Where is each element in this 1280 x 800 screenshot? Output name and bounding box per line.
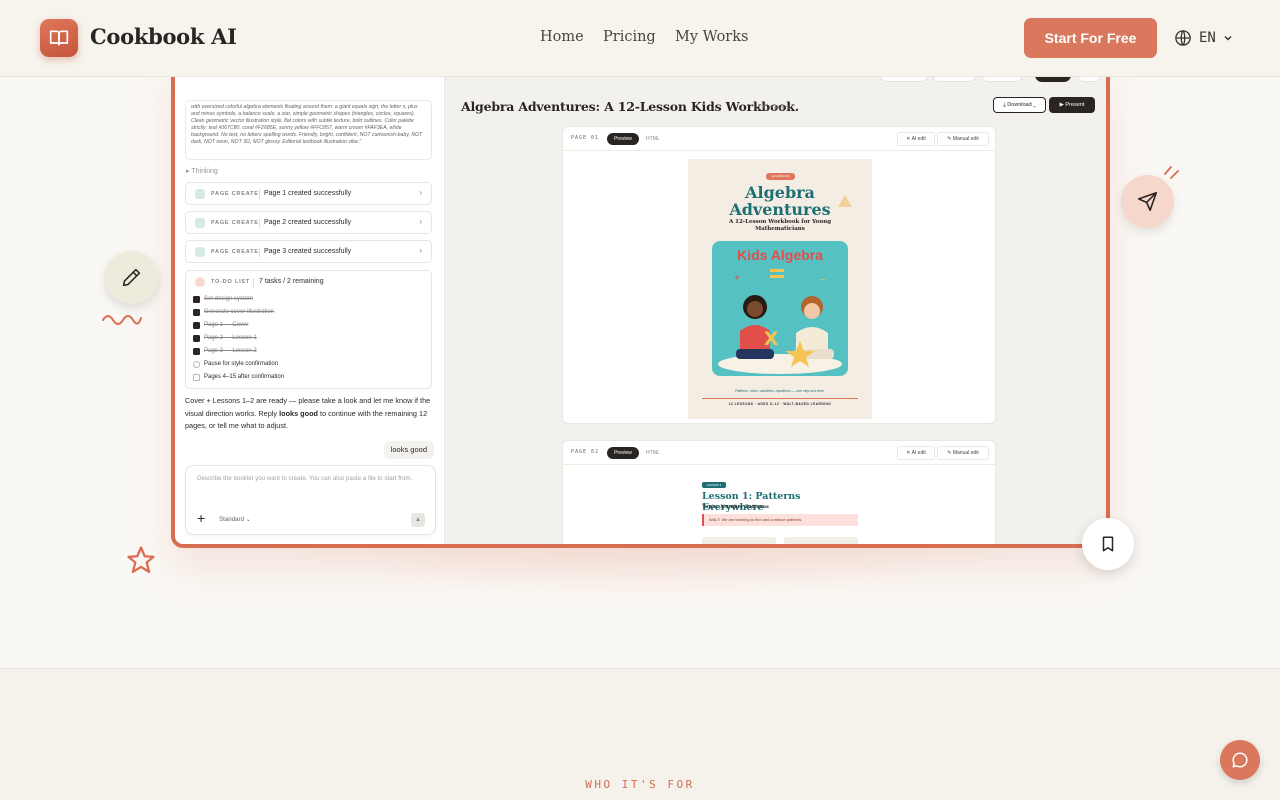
top-nav: Cookbook AI Home Pricing My Works Start … bbox=[0, 0, 1280, 77]
chevron-right-icon: › bbox=[419, 217, 422, 226]
pencil-badge bbox=[105, 251, 158, 304]
ai-edit-button[interactable]: ✕ AI edit bbox=[897, 132, 935, 146]
todo-item[interactable]: Page 1 — Cover bbox=[193, 320, 248, 330]
in-progress-icon bbox=[193, 360, 200, 368]
document-icon bbox=[195, 247, 205, 257]
bookmark-icon bbox=[1102, 536, 1114, 552]
chevron-right-icon: › bbox=[419, 188, 422, 197]
checked-checkbox-icon bbox=[193, 295, 200, 303]
chevron-down-icon bbox=[1224, 35, 1232, 41]
checked-checkbox-icon bbox=[193, 334, 200, 342]
chevron-right-icon: › bbox=[419, 246, 422, 255]
thinking-toggle[interactable]: ▸ Thinking bbox=[186, 167, 218, 175]
app-preview-frame: with oversized colorful algebra elements… bbox=[171, 60, 1110, 548]
checked-checkbox-icon bbox=[193, 347, 200, 355]
squiggle-decoration bbox=[102, 315, 142, 325]
page-create-card-3[interactable]: PAGE CREATE Page 3 created successfully … bbox=[185, 240, 432, 263]
cover-page-preview: 12 LESSONS Algebra Adventures A 12-Lesso… bbox=[688, 159, 872, 419]
chat-input-placeholder[interactable]: Describe the booklet you want to create.… bbox=[197, 474, 427, 484]
page-create-card-2[interactable]: PAGE CREATE Page 2 created successfully … bbox=[185, 211, 432, 234]
section-eyebrow: WHO IT'S FOR bbox=[585, 778, 695, 791]
chat-support-button[interactable] bbox=[1220, 740, 1260, 780]
workbook-title: Algebra Adventures: A 12-Lesson Kids Wor… bbox=[461, 99, 799, 114]
todo-item[interactable]: Page 3 — Lesson 2 bbox=[193, 346, 257, 356]
star-icon bbox=[127, 546, 155, 573]
triangle-decoration bbox=[838, 195, 852, 207]
chat-input-box[interactable]: Describe the booklet you want to create.… bbox=[185, 465, 436, 535]
pencil-icon bbox=[122, 268, 141, 287]
chat-panel: with oversized colorful algebra elements… bbox=[175, 60, 445, 544]
spark-lines-decoration bbox=[1164, 166, 1179, 179]
clipboard-icon bbox=[195, 277, 205, 287]
kids-illustration: x + − bbox=[718, 269, 842, 374]
assistant-reply: Cover + Lessons 1–2 are ready — please t… bbox=[185, 396, 431, 430]
send-button[interactable]: ▲ bbox=[411, 513, 425, 527]
download-button[interactable]: ⤓ Download ⌄ bbox=[993, 97, 1046, 113]
todo-list-card: TO-DO LIST 7 tasks / 2 remaining Set des… bbox=[185, 270, 432, 389]
document-icon bbox=[195, 218, 205, 228]
preview-tab[interactable]: Preview bbox=[607, 447, 639, 459]
prompt-message: with oversized colorful algebra elements… bbox=[185, 100, 432, 160]
manual-edit-button[interactable]: ✎ Manual edit bbox=[937, 446, 989, 460]
svg-text:x: x bbox=[764, 321, 779, 351]
svg-text:+: + bbox=[734, 273, 740, 284]
page-card-1: PAGE 01 Preview HTML ✕ AI edit ✎ Manual … bbox=[562, 126, 996, 424]
page-create-card-1[interactable]: PAGE CREATE Page 1 created successfully … bbox=[185, 182, 432, 205]
plus-icon[interactable]: + bbox=[197, 511, 205, 525]
page-count: 17 PAGES bbox=[758, 105, 791, 111]
preview-tab[interactable]: Preview bbox=[607, 133, 639, 145]
logo[interactable] bbox=[40, 19, 78, 57]
nav-link-home[interactable]: Home bbox=[540, 29, 584, 45]
todo-item[interactable]: Generate cover illustration bbox=[193, 307, 274, 317]
page-card-2: PAGE 02 Preview HTML ✕ AI edit ✎ Manual … bbox=[562, 440, 996, 544]
present-button[interactable]: ▶ Present bbox=[1049, 97, 1095, 113]
svg-text:−: − bbox=[820, 275, 826, 286]
todo-item[interactable]: Page 2 — Lesson 1 bbox=[193, 333, 257, 343]
language-label: EN bbox=[1199, 30, 1216, 46]
html-tab[interactable]: HTML bbox=[643, 447, 663, 459]
book-icon bbox=[49, 30, 69, 46]
unchecked-checkbox-icon bbox=[193, 373, 200, 381]
cover-illustration: Kids Algebra x + − bbox=[712, 241, 848, 376]
canvas-panel: Algebra Adventures: A 12-Lesson Kids Wor… bbox=[446, 82, 1106, 544]
language-selector[interactable]: EN bbox=[1174, 28, 1233, 48]
start-for-free-button[interactable]: Start For Free bbox=[1024, 18, 1157, 58]
chat-icon bbox=[1232, 752, 1248, 768]
paper-plane-badge bbox=[1121, 175, 1174, 228]
nav-link-pricing[interactable]: Pricing bbox=[603, 29, 656, 45]
globe-icon bbox=[1175, 30, 1191, 46]
todo-item[interactable]: Set design system bbox=[193, 294, 253, 304]
todo-item[interactable]: Pages 4–15 after confirmation bbox=[193, 372, 284, 382]
bookmark-badge[interactable] bbox=[1082, 518, 1134, 570]
ai-edit-button[interactable]: ✕ AI edit bbox=[897, 446, 935, 460]
document-icon bbox=[195, 189, 205, 199]
user-message: looks good bbox=[383, 441, 434, 459]
checked-checkbox-icon bbox=[193, 308, 200, 316]
todo-item[interactable]: Pause for style confirmation bbox=[193, 359, 278, 369]
manual-edit-button[interactable]: ✎ Manual edit bbox=[937, 132, 989, 146]
brand-name[interactable]: Cookbook AI bbox=[90, 24, 237, 49]
paper-plane-icon bbox=[1137, 191, 1158, 212]
checked-checkbox-icon bbox=[193, 321, 200, 329]
nav-link-my-works[interactable]: My Works bbox=[675, 29, 748, 45]
html-tab[interactable]: HTML bbox=[643, 133, 663, 145]
lesson-page-preview: LESSON 1 Lesson 1: Patterns Everywhere T… bbox=[700, 479, 860, 544]
mode-selector[interactable]: Standard ⌄ bbox=[219, 516, 251, 523]
